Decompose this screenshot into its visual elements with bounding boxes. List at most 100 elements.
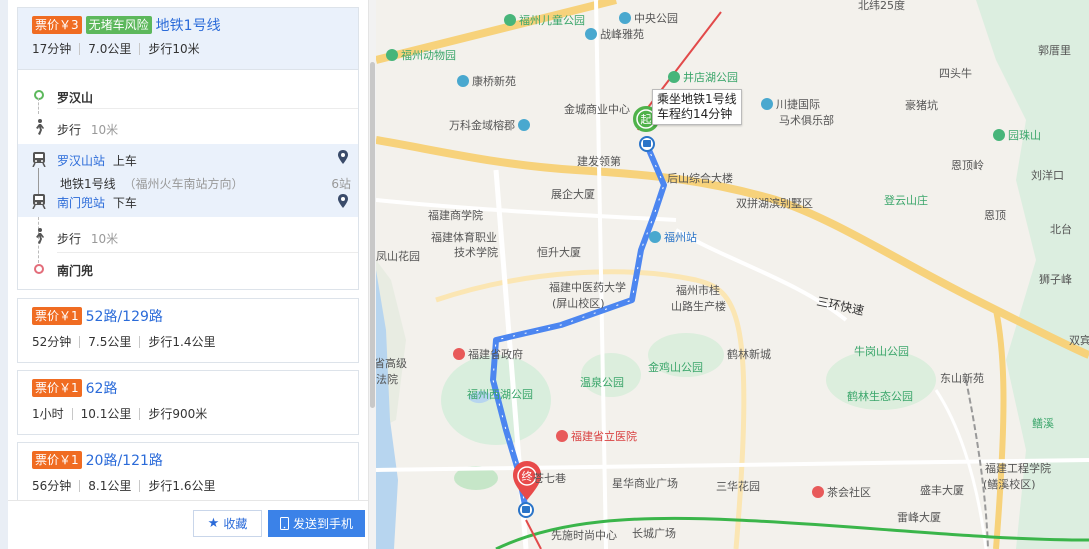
route-card-1[interactable]: 票价￥3 无堵车风险 地铁1号线 17分钟 7.0公里 步行10米 罗汉山 步行… <box>17 7 359 290</box>
map-label[interactable]: 温泉公园 <box>580 374 624 390</box>
map-label: 郭厝里 <box>1038 44 1071 57</box>
divider <box>57 252 358 253</box>
alight-station[interactable]: 南门兜站 <box>57 196 105 210</box>
route-card-3[interactable]: 票价￥1 62路 1小时 10.1公里 步行900米 <box>17 370 359 435</box>
send-to-phone-label: 发送到手机 <box>292 517 353 531</box>
government-icon <box>453 348 465 360</box>
poi-text: 福州动物园 <box>401 49 456 62</box>
map-label[interactable]: 中央公园 <box>619 10 678 26</box>
send-to-phone-button[interactable]: 发送到手机 <box>268 510 365 537</box>
map-label[interactable]: 福州西湖公园 <box>467 386 533 402</box>
map-label[interactable]: 鳝溪 <box>1032 415 1054 431</box>
route-name[interactable]: 20路/121路 <box>86 450 163 470</box>
map-label: 山路生产楼 <box>671 300 726 313</box>
map-label[interactable]: 登云山庄 <box>884 192 928 208</box>
transit-segment[interactable]: 罗汉山站 上车 地铁1号线 （福州火车南站方向） 6站 南门兜站 下车 <box>18 144 358 217</box>
map-label[interactable]: 福州儿童公园 <box>504 12 585 28</box>
map-label: 马术俱乐部 <box>779 114 834 127</box>
park-icon <box>386 49 398 61</box>
map-label: 北纬25度 <box>858 0 905 12</box>
end-marker-label: 终 <box>522 469 533 483</box>
alight-info: 南门兜站 下车 <box>57 194 137 211</box>
divider <box>57 108 358 109</box>
map-label[interactable]: 福建省立医院 <box>556 428 637 444</box>
map-view[interactable]: 起 终 三环快速 北纬25度 福州儿童公园 中央公园 战峰雅苑 福州动物园 康桥… <box>376 0 1089 549</box>
map-label: 东山新苑 <box>940 372 984 385</box>
map-label[interactable]: 万科金域榕郡 <box>449 117 533 133</box>
map-label[interactable]: 战峰雅苑 <box>585 26 644 42</box>
board-action: 上车 <box>112 154 137 168</box>
route-name[interactable]: 地铁1号线 <box>156 15 221 35</box>
scrollbar[interactable] <box>368 0 376 549</box>
end-dot-icon <box>34 264 44 274</box>
poi-text: 温泉公园 <box>580 376 624 389</box>
phone-icon <box>279 517 289 530</box>
map-label[interactable]: 福州动物园 <box>386 47 456 63</box>
map-label[interactable]: 后山综合大楼 <box>667 170 733 186</box>
route-duration: 17分钟 <box>32 43 81 55</box>
step-walk-2: 步行 10米 <box>18 223 358 251</box>
poi-text: 康桥新苑 <box>472 75 516 88</box>
location-pin-icon[interactable] <box>338 150 348 164</box>
route-walk: 步行900米 <box>148 407 208 421</box>
map-label: 金城商业中心 <box>564 103 630 116</box>
map-label: 恒升大厦 <box>537 246 581 259</box>
map-label[interactable]: 金鸡山公园 <box>648 359 703 375</box>
map-label: (鳝溪校区) <box>983 478 1036 491</box>
map-label[interactable]: 井店湖公园 <box>668 69 738 85</box>
map-label: 福建商学院 <box>428 209 483 222</box>
route-name[interactable]: 52路/129路 <box>86 306 163 326</box>
scrollbar-thumb[interactable] <box>370 62 375 408</box>
map-label: 盛丰大厦 <box>920 484 964 497</box>
walk-distance: 10米 <box>90 123 119 137</box>
walk-label: 步行 <box>57 232 82 246</box>
route-card-2[interactable]: 票价￥1 52路/129路 52分钟 7.5公里 步行1.4公里 <box>17 298 359 363</box>
route-distance: 7.5公里 <box>88 336 141 348</box>
route-card-4[interactable]: 票价￥1 20路/121路 56分钟 8.1公里 步行1.6公里 <box>17 442 359 502</box>
poi-text: 井店湖公园 <box>683 71 738 84</box>
traffic-risk-badge: 无堵车风险 <box>85 16 152 34</box>
poi-text: 川捷国际 <box>776 98 820 111</box>
map-label[interactable]: 鹤林生态公园 <box>847 388 913 404</box>
stop-count[interactable]: 6站 <box>331 175 351 192</box>
map-label[interactable]: 康桥新苑 <box>457 73 516 89</box>
map-label: 双拼湖滨别墅区 <box>736 197 813 210</box>
map-label[interactable]: 川捷国际 <box>761 96 820 112</box>
start-name: 罗汉山 <box>57 91 94 105</box>
map-label: 北台 <box>1050 223 1072 236</box>
favorite-button[interactable]: ★ 收藏 <box>193 510 262 537</box>
road <box>993 309 1007 549</box>
subway-station-icon[interactable] <box>518 502 534 518</box>
fare-badge: 票价￥1 <box>32 451 82 469</box>
route-tooltip: 乘坐地铁1号线 车程约14分钟 <box>652 89 742 125</box>
building-icon <box>619 12 631 24</box>
map-label: 雷峰大厦 <box>897 511 941 524</box>
road <box>376 198 677 222</box>
map-label: (屏山校区) <box>552 297 605 310</box>
route-distance: 7.0公里 <box>88 43 141 55</box>
map-label[interactable]: 茶会社区 <box>812 484 871 500</box>
subway-station-icon[interactable] <box>639 136 655 152</box>
map-label[interactable]: 园珠山 <box>993 127 1041 143</box>
location-pin-icon[interactable] <box>338 194 348 208</box>
building-icon <box>585 28 597 40</box>
tooltip-line-1: 乘坐地铁1号线 <box>657 92 737 106</box>
map-label: 恩顶岭 <box>951 159 984 172</box>
map-label[interactable]: 福州站 <box>649 229 697 245</box>
route-walk: 步行10米 <box>148 42 200 56</box>
route-card-header[interactable]: 票价￥3 无堵车风险 地铁1号线 17分钟 7.0公里 步行10米 <box>18 8 358 70</box>
board-station[interactable]: 罗汉山站 <box>57 154 105 168</box>
map-label: 建发领第 <box>577 155 621 168</box>
map-label[interactable]: 福建省政府 <box>453 346 523 362</box>
map-label[interactable]: 牛岗山公园 <box>854 343 909 359</box>
poi-text: 牛岗山公园 <box>854 345 909 358</box>
route-name[interactable]: 62路 <box>86 378 118 398</box>
map-label: 福建体育职业 <box>431 231 497 244</box>
start-dot-icon <box>34 90 44 100</box>
mountain-icon <box>993 129 1005 141</box>
walk-label: 步行 <box>57 123 82 137</box>
map-label: 刘洋口 <box>1031 169 1064 182</box>
poi-text: 茶会社区 <box>827 486 871 499</box>
route-duration: 52分钟 <box>32 336 81 348</box>
map-label: 展企大厦 <box>551 188 595 201</box>
